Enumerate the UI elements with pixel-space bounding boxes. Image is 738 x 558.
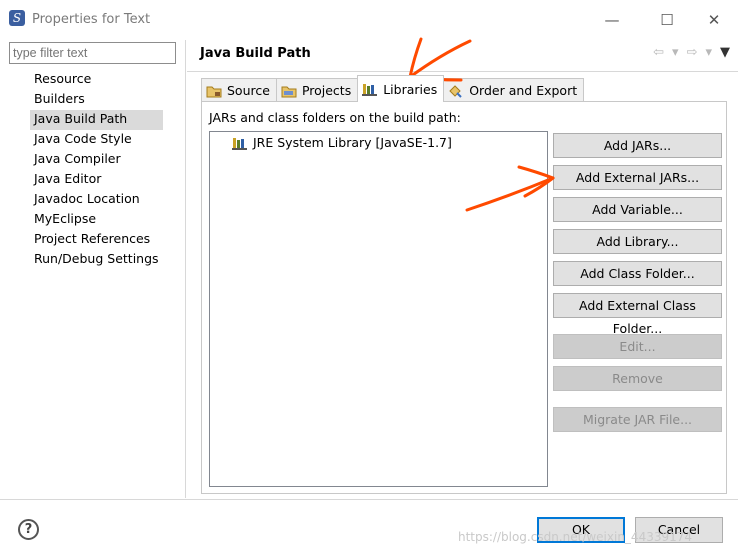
projects-folder-icon <box>281 84 297 98</box>
tree-item-builders[interactable]: Builders <box>30 90 163 110</box>
myeclipse-logo-icon: S <box>9 10 25 26</box>
tab-source-label: Source <box>227 83 270 98</box>
libraries-tab-content: JARs and class folders on the build path… <box>201 101 727 494</box>
library-icon <box>362 82 378 96</box>
page-title: Java Build Path <box>200 46 311 61</box>
close-icon[interactable]: ✕ <box>700 8 728 32</box>
properties-nav-pane: Resource Builders Java Build Path Java C… <box>0 40 186 498</box>
add-external-class-folder-button[interactable]: Add External Class Folder... <box>553 293 722 336</box>
libraries-description: JARs and class folders on the build path… <box>209 110 461 125</box>
tab-libraries-label: Libraries <box>383 81 438 97</box>
tab-order-and-export-label: Order and Export <box>469 83 578 98</box>
source-folder-icon <box>206 84 222 98</box>
property-page: Java Build Path ⇦ ▾ ⇨ ▾ ▼ Source Project… <box>187 40 738 498</box>
view-menu-icon[interactable]: ▼ <box>720 45 730 60</box>
minimize-icon[interactable]: — <box>598 8 626 32</box>
maximize-icon[interactable]: ☐ <box>653 8 681 32</box>
tree-item-java-compiler[interactable]: Java Compiler <box>30 150 163 170</box>
tab-libraries[interactable]: Libraries <box>357 75 445 102</box>
window-title: Properties for Text <box>32 12 151 27</box>
remove-button[interactable]: Remove <box>553 366 722 391</box>
add-class-folder-button[interactable]: Add Class Folder... <box>553 261 722 286</box>
dialog-footer-divider <box>0 499 738 500</box>
tab-projects[interactable]: Projects <box>275 78 359 102</box>
tree-item-run-debug-settings[interactable]: Run/Debug Settings <box>30 250 163 270</box>
tree-item-java-editor[interactable]: Java Editor <box>30 170 163 190</box>
migrate-jar-button[interactable]: Migrate JAR File... <box>553 407 722 432</box>
tree-item-java-code-style[interactable]: Java Code Style <box>30 130 163 150</box>
add-library-button[interactable]: Add Library... <box>553 229 722 254</box>
back-arrow-icon[interactable]: ⇦ <box>653 45 664 60</box>
tab-projects-label: Projects <box>301 83 352 98</box>
list-item-label: JRE System Library [JavaSE-1.7] <box>253 135 452 150</box>
forward-arrow-icon[interactable]: ⇨ <box>687 45 698 60</box>
tree-item-myeclipse[interactable]: MyEclipse <box>30 210 163 230</box>
build-path-tabs: Source Projects Libraries Order and Expo… <box>201 75 585 102</box>
add-variable-button[interactable]: Add Variable... <box>553 197 722 222</box>
tab-source[interactable]: Source <box>201 78 277 102</box>
tree-item-resource[interactable]: Resource <box>30 70 163 90</box>
page-header-divider <box>187 71 738 72</box>
forward-menu-icon[interactable]: ▾ <box>705 45 712 60</box>
watermark: https://blog.csdn.net/weixin_44339174 <box>458 530 693 544</box>
properties-tree: Resource Builders Java Build Path Java C… <box>30 70 163 270</box>
libraries-list[interactable]: JRE System Library [JavaSE-1.7] <box>209 131 548 487</box>
title-bar: S Properties for Text — ☐ ✕ <box>0 0 738 40</box>
add-external-jars-button[interactable]: Add External JARs... <box>553 165 722 190</box>
filter-input[interactable] <box>9 42 176 64</box>
page-navigation: ⇦ ▾ ⇨ ▾ ▼ <box>653 45 730 60</box>
order-export-icon <box>448 84 464 98</box>
back-menu-icon[interactable]: ▾ <box>672 45 679 60</box>
add-jars-button[interactable]: Add JARs... <box>553 133 722 158</box>
library-icon <box>232 136 248 150</box>
list-item[interactable]: JRE System Library [JavaSE-1.7] <box>232 135 452 150</box>
tree-item-java-build-path[interactable]: Java Build Path <box>30 110 163 130</box>
edit-button[interactable]: Edit... <box>553 334 722 359</box>
tab-order-and-export[interactable]: Order and Export <box>443 78 585 102</box>
tree-item-javadoc-location[interactable]: Javadoc Location <box>30 190 163 210</box>
tree-item-project-references[interactable]: Project References <box>30 230 163 250</box>
help-icon[interactable]: ? <box>18 519 39 540</box>
